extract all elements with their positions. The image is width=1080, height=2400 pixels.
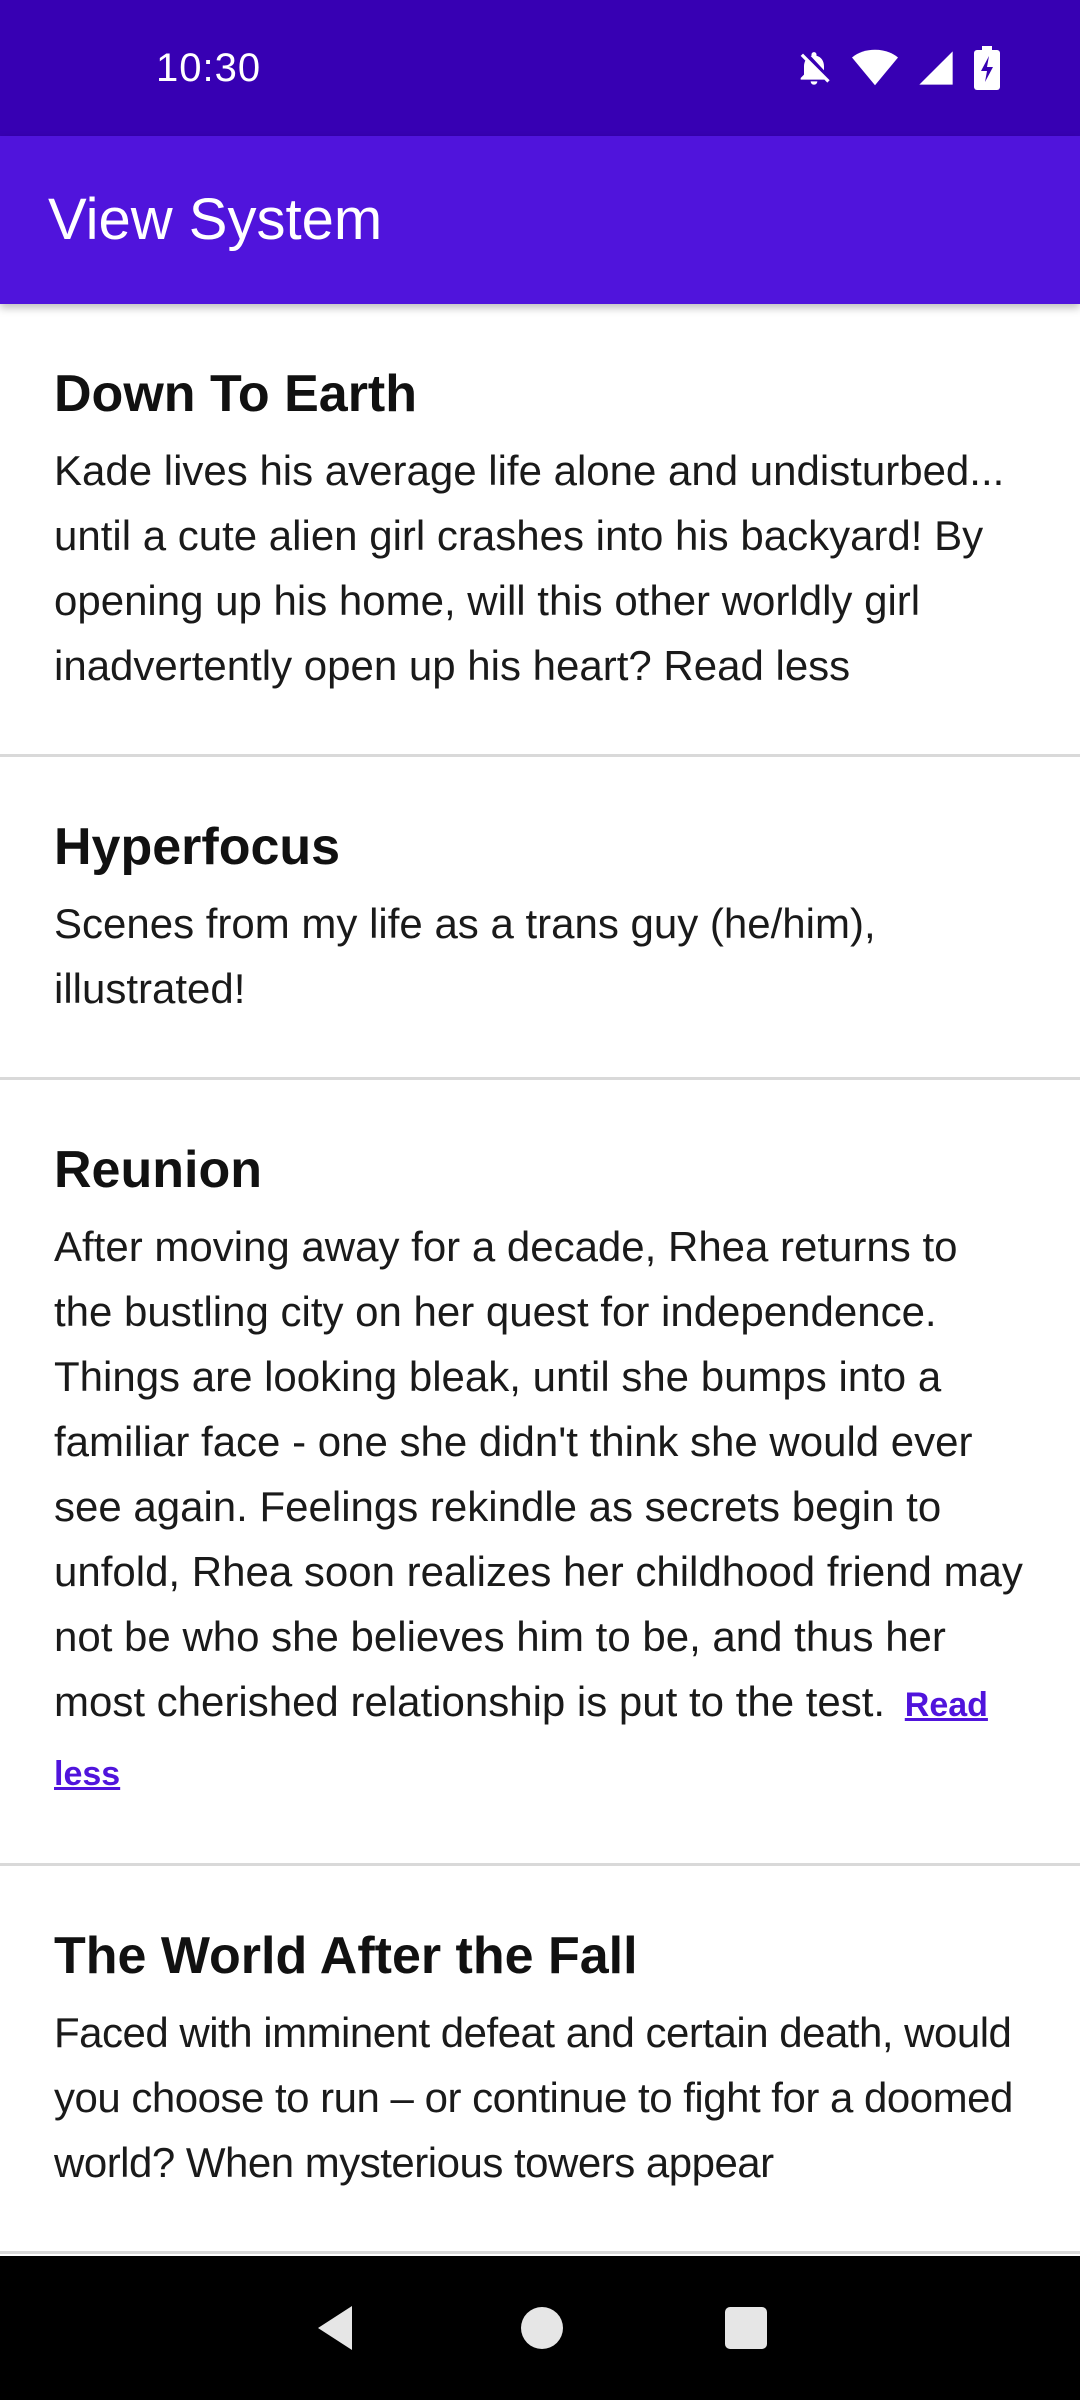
item-title: Hyperfocus	[54, 818, 341, 876]
item-description: Faced with imminent defeat and certain d…	[54, 2009, 1013, 2186]
list-item[interactable]: Hyperfocus Scenes from my life as a tran…	[0, 757, 1080, 1080]
item-description: After moving away for a decade, Rhea ret…	[54, 1223, 1023, 1725]
status-bar: 10:30	[0, 0, 1080, 136]
item-title: The World After the Fall	[54, 1927, 638, 1985]
navigation-bar	[0, 2256, 1080, 2400]
cell-signal-icon	[916, 48, 956, 88]
item-title: Down To Earth	[54, 365, 418, 423]
recents-icon[interactable]	[724, 2306, 768, 2350]
item-description-container: After moving away for a decade, Rhea ret…	[54, 1214, 1026, 1807]
app-bar: View System	[0, 136, 1080, 304]
status-time: 10:30	[156, 46, 262, 90]
app-title: View System	[48, 187, 383, 252]
wifi-icon	[852, 48, 898, 88]
status-icons	[794, 44, 1000, 92]
list-item[interactable]: The World After the Fall Faced with immi…	[0, 1866, 1080, 2254]
back-icon[interactable]	[312, 2302, 360, 2354]
list-item[interactable]: Reunion After moving away for a decade, …	[0, 1080, 1080, 1866]
home-icon[interactable]	[520, 2306, 564, 2350]
list-item[interactable]: Down To Earth Kade lives his average lif…	[0, 304, 1080, 757]
item-description: Scenes from my life as a trans guy (he/h…	[54, 900, 876, 1012]
item-title: Reunion	[54, 1141, 262, 1199]
item-description: Kade lives his average life alone and un…	[54, 447, 1005, 689]
battery-charging-icon	[974, 46, 1000, 90]
story-list[interactable]: Down To Earth Kade lives his average lif…	[0, 304, 1080, 2256]
notifications-off-icon	[794, 48, 834, 88]
